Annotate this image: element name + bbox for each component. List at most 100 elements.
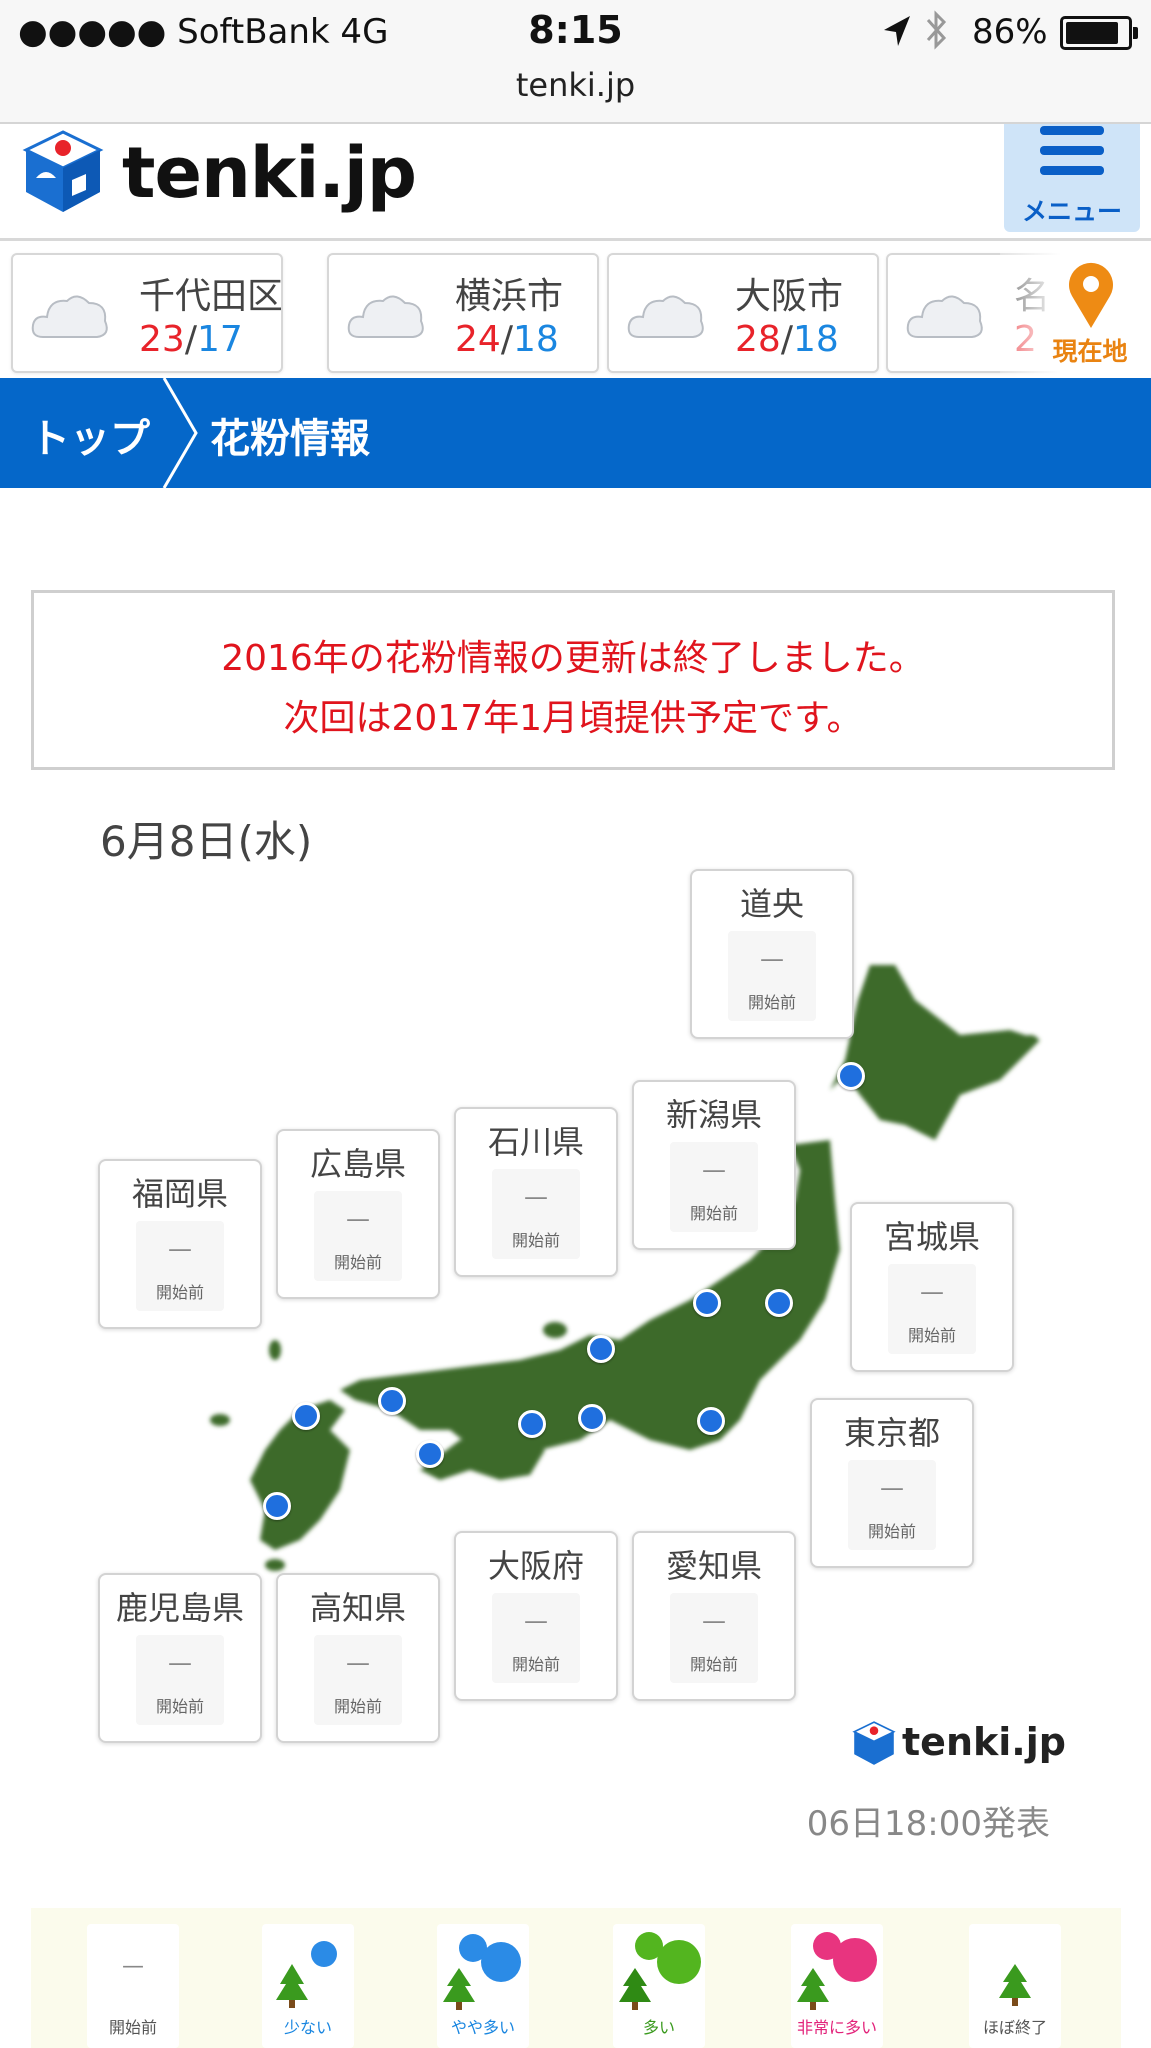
region-name: 鹿児島県 <box>115 1589 244 1627</box>
legend-label: 少ない <box>283 2018 332 2037</box>
region-card[interactable]: 大阪府 — 開始前 <box>454 1531 618 1701</box>
city-weather-strip: 千代田区 23/17 横浜市 24/18 大阪市 28/18 名 2 <box>0 241 1151 377</box>
pollen-status: 開始前 <box>867 1522 916 1541</box>
location-arrow-icon <box>884 16 910 46</box>
region-name: 新潟県 <box>665 1096 762 1134</box>
pollen-status: 開始前 <box>511 1655 560 1674</box>
cloudy-icon <box>31 295 108 338</box>
pollen-high-icon <box>619 1932 701 2010</box>
legend-item: — 開始前 <box>87 1924 179 2048</box>
map-point[interactable] <box>263 1492 291 1520</box>
low-temp: 18 <box>512 319 559 360</box>
pollen-value: — <box>702 1156 726 1184</box>
pollen-status: 開始前 <box>155 1697 204 1716</box>
legend-label: ほぼ終了 <box>982 2018 1047 2037</box>
pollen-value: — <box>702 1607 726 1635</box>
notice-line-1: 2016年の花粉情報の更新は終了しました。 <box>221 638 925 679</box>
city-card[interactable]: 大阪市 28/18 <box>607 253 879 373</box>
hamburger-icon <box>1040 126 1104 135</box>
pollen-value: — <box>920 1278 944 1306</box>
high-temp: 24 <box>455 319 501 360</box>
map-point[interactable] <box>697 1407 725 1435</box>
legend-dash: — <box>122 1954 144 1979</box>
pollen-low-icon <box>276 1941 337 2008</box>
region-card[interactable]: 石川県 — 開始前 <box>454 1107 618 1277</box>
pollen-value: — <box>760 945 784 973</box>
pollen-status: 開始前 <box>689 1204 738 1223</box>
current-location-button[interactable]: 現在地 <box>1040 256 1140 368</box>
pollen-status: 開始前 <box>747 993 796 1012</box>
menu-label: メニュー <box>1021 197 1122 226</box>
cloudy-icon <box>906 295 983 338</box>
menu-button[interactable]: メニュー <box>1004 124 1140 232</box>
current-location-label: 現在地 <box>1052 337 1128 366</box>
cloudy-icon <box>347 295 424 338</box>
pollen-moderate-icon <box>443 1934 521 2010</box>
pollen-status: 開始前 <box>333 1697 382 1716</box>
pollen-status: 開始前 <box>907 1326 956 1345</box>
map-point[interactable] <box>378 1387 406 1415</box>
region-card[interactable]: 東京都 — 開始前 <box>810 1398 974 1568</box>
legend-item: やや多い <box>437 1924 529 2048</box>
logo-text[interactable]: tenki.jp <box>122 132 417 214</box>
legend-item: 非常に多い <box>791 1924 883 2048</box>
region-card[interactable]: 広島県 — 開始前 <box>276 1129 440 1299</box>
map-point[interactable] <box>765 1289 793 1317</box>
high-temp: 28 <box>735 319 781 360</box>
pollen-value: — <box>168 1649 192 1677</box>
issued-time: 06日18:00発表 <box>806 1804 1050 1844</box>
bluetooth-icon <box>926 10 947 50</box>
region-card[interactable]: 道央 — 開始前 <box>690 869 854 1039</box>
legend-label: 非常に多い <box>796 2018 877 2037</box>
tenki-logo-icon[interactable] <box>22 128 104 214</box>
watermark-text: tenki.jp <box>902 1720 1066 1764</box>
region-card[interactable]: 新潟県 — 開始前 <box>632 1080 796 1250</box>
region-card[interactable]: 宮城県 — 開始前 <box>850 1202 1014 1372</box>
legend-item: 少ない <box>262 1924 354 2048</box>
pollen-value: — <box>524 1607 548 1635</box>
map-point[interactable] <box>693 1289 721 1317</box>
map-point[interactable] <box>578 1404 606 1432</box>
url-bar[interactable]: tenki.jp <box>0 66 1151 104</box>
map-point[interactable] <box>292 1402 320 1430</box>
pollen-legend: — 開始前 少ない やや多い 多い 非常に多い ほぼ終了 <box>31 1908 1121 2048</box>
pollen-value: — <box>168 1235 192 1263</box>
region-name: 大阪府 <box>487 1547 584 1585</box>
pollen-ending-icon <box>999 1964 1031 2006</box>
breadcrumb-current: 花粉情報 <box>210 416 370 462</box>
battery-icon <box>1060 16 1138 50</box>
breadcrumb-separator-icon <box>162 378 198 488</box>
pollen-value: — <box>880 1474 904 1502</box>
map-point[interactable] <box>518 1410 546 1438</box>
notice-box: 2016年の花粉情報の更新は終了しました。 次回は2017年1月頃提供予定です。 <box>31 590 1115 770</box>
site-header: tenki.jp メニュー <box>0 124 1151 241</box>
map-point[interactable] <box>416 1440 444 1468</box>
city-name: 千代田区 <box>139 276 283 317</box>
region-card[interactable]: 福岡県 — 開始前 <box>98 1159 262 1329</box>
region-card[interactable]: 鹿児島県 — 開始前 <box>98 1573 262 1743</box>
city-card[interactable]: 千代田区 23/17 <box>11 253 283 373</box>
city-name: 大阪市 <box>735 276 844 317</box>
pollen-status: 開始前 <box>155 1283 204 1302</box>
legend-label: やや多い <box>450 2018 515 2037</box>
region-name: 福岡県 <box>131 1175 228 1213</box>
pollen-status: 開始前 <box>689 1655 738 1674</box>
map-point[interactable] <box>587 1335 615 1363</box>
pollen-status: 開始前 <box>511 1231 560 1250</box>
notice-line-2: 次回は2017年1月頃提供予定です。 <box>283 698 863 739</box>
pollen-value: — <box>524 1183 548 1211</box>
region-name: 愛知県 <box>665 1547 762 1585</box>
tenki-logo-icon <box>852 1721 896 1765</box>
pollen-status: 開始前 <box>333 1253 382 1272</box>
legend-item: 多い <box>613 1924 705 2048</box>
pollen-very-high-icon <box>797 1932 877 2010</box>
pollen-value: — <box>346 1205 370 1233</box>
region-card[interactable]: 愛知県 — 開始前 <box>632 1531 796 1701</box>
breadcrumb-top-link[interactable]: トップ <box>30 406 150 464</box>
region-card[interactable]: 高知県 — 開始前 <box>276 1573 440 1743</box>
city-card[interactable]: 横浜市 24/18 <box>327 253 599 373</box>
low-temp: 17 <box>196 319 243 360</box>
map-point[interactable] <box>837 1062 865 1090</box>
cloudy-icon <box>627 295 704 338</box>
legend-label: 開始前 <box>108 2018 157 2037</box>
